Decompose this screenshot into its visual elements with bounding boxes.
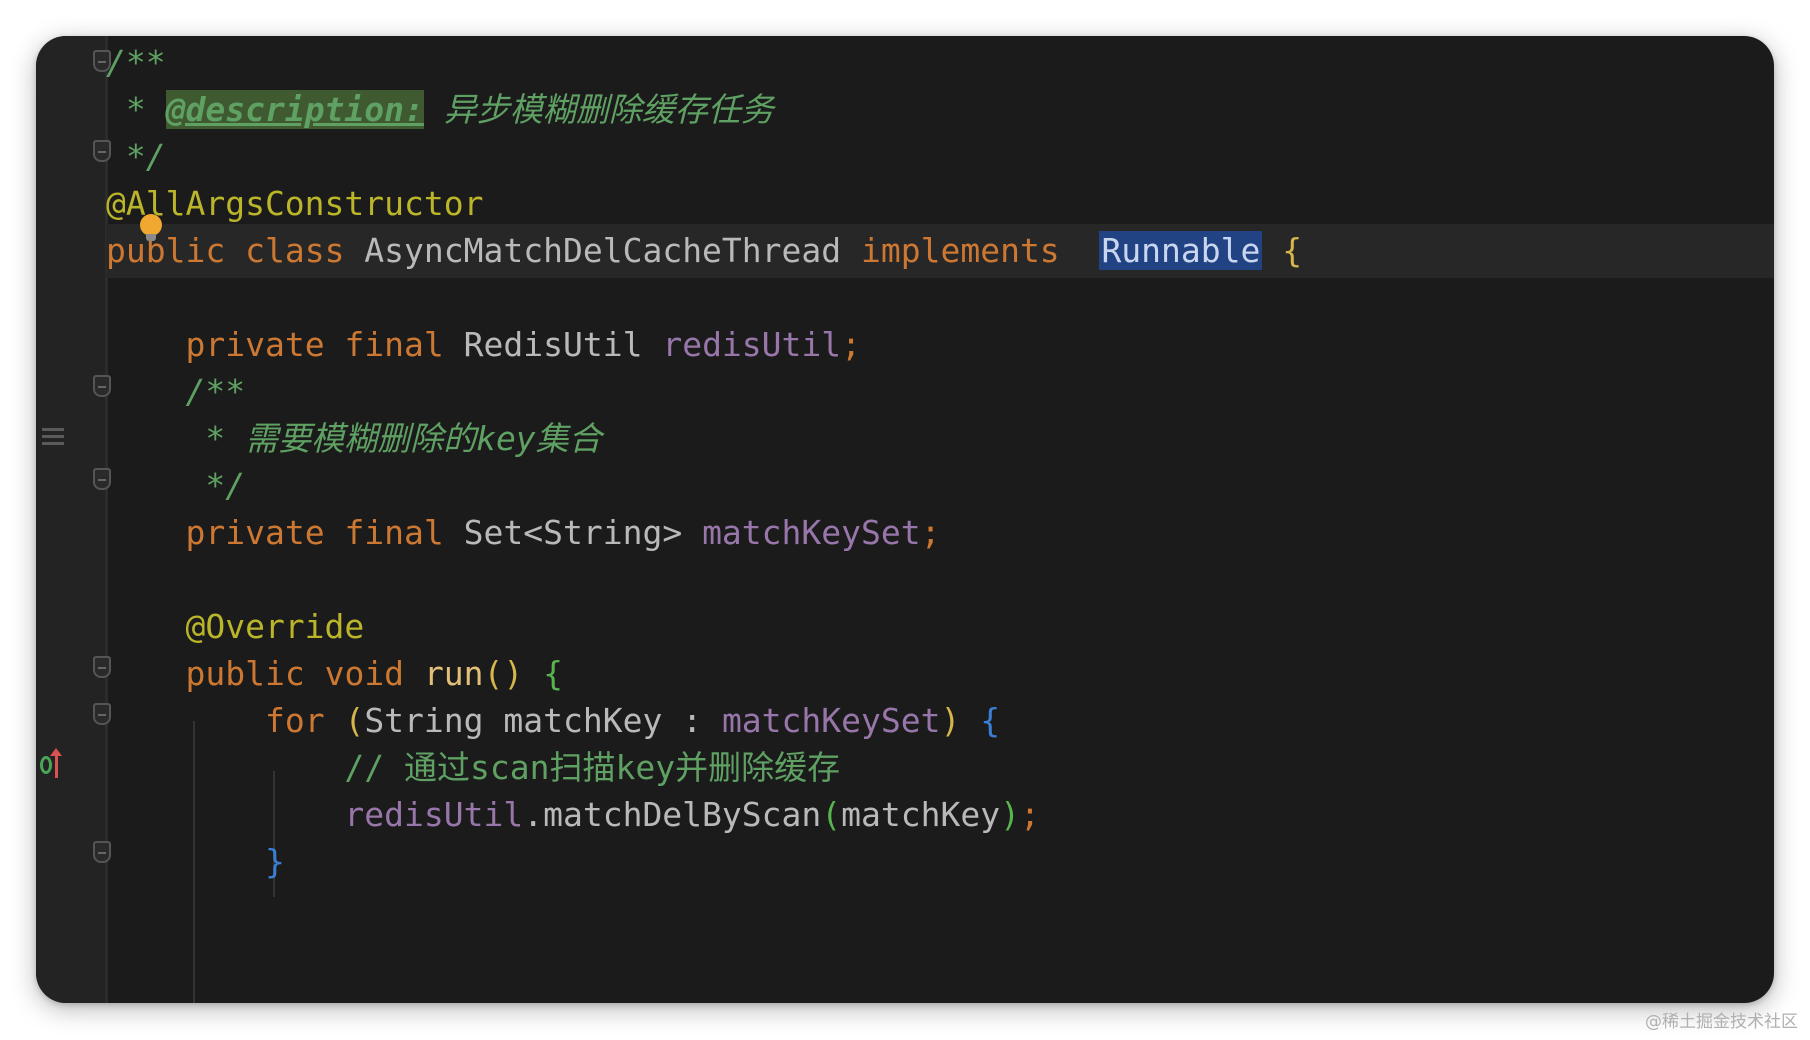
code-line[interactable]: redisUtil.matchDelByScan(matchKey); xyxy=(106,788,1774,842)
code-line[interactable]: for (String matchKey : matchKeySet) { xyxy=(106,694,1774,748)
code-token: AsyncMatchDelCacheThread xyxy=(344,231,861,270)
code-token: private xyxy=(185,325,325,364)
code-token: { xyxy=(1282,231,1303,270)
code-line[interactable]: /** xyxy=(106,36,1774,90)
code-token: } xyxy=(264,842,285,881)
override-method-icon[interactable] xyxy=(40,748,66,782)
code-token: /** xyxy=(106,372,246,411)
code-token: redisUtil xyxy=(662,325,842,364)
code-token: run xyxy=(423,654,484,693)
code-token: * 需要模糊删除的key集合 xyxy=(106,419,602,458)
code-token: @AllArgsConstructor xyxy=(106,184,484,223)
code-token: @Override xyxy=(106,607,365,646)
code-line[interactable] xyxy=(106,271,1774,325)
code-token: RedisUtil xyxy=(443,325,663,364)
code-token: { xyxy=(543,654,564,693)
code-token: public xyxy=(106,231,226,270)
code-line[interactable]: @AllArgsConstructor xyxy=(106,177,1774,231)
code-line[interactable]: public class AsyncMatchDelCacheThread im… xyxy=(106,224,1774,278)
code-token: /** xyxy=(106,43,166,82)
code-editor-window: /** * @description: 异步模糊删除缓存任务 */ @AllArg… xyxy=(36,36,1774,1003)
code-line[interactable]: private final RedisUtil redisUtil; xyxy=(106,318,1774,372)
code-line[interactable]: private final Set<String> matchKeySet; xyxy=(106,506,1774,560)
code-line[interactable]: * @description: 异步模糊删除缓存任务 xyxy=(106,83,1774,137)
structure-icon xyxy=(42,428,64,448)
code-token: ; xyxy=(920,513,941,552)
code-token: Runnable xyxy=(1099,231,1263,270)
code-area[interactable]: /** * @description: 异步模糊删除缓存任务 */ @AllArg… xyxy=(106,36,1774,1003)
code-token: */ xyxy=(106,466,246,505)
code-token: matchKeySet xyxy=(721,701,941,740)
code-token: ; xyxy=(1019,795,1040,834)
code-token: redisUtil xyxy=(344,795,524,834)
code-token: @description: xyxy=(165,90,424,129)
code-token: */ xyxy=(106,137,166,176)
code-line[interactable] xyxy=(106,553,1774,607)
code-token: 异步模糊删除缓存任务 xyxy=(423,90,774,129)
code-token: final xyxy=(344,513,444,552)
code-token: String matchKey : xyxy=(364,701,722,740)
code-token: // 通过scan扫描key并删除缓存 xyxy=(106,748,841,787)
code-token: public xyxy=(185,654,305,693)
code-token: for xyxy=(264,701,325,740)
code-token: Set<String> xyxy=(443,513,703,552)
code-line[interactable]: } xyxy=(106,835,1774,889)
code-line[interactable]: /** xyxy=(106,365,1774,419)
code-line[interactable]: public void run() { xyxy=(106,647,1774,701)
code-token: { xyxy=(980,701,1001,740)
code-token: matchKey xyxy=(841,795,1001,834)
code-line[interactable]: * 需要模糊删除的key集合 xyxy=(106,412,1774,466)
code-token: class xyxy=(245,231,345,270)
code-line[interactable]: // 通过scan扫描key并删除缓存 xyxy=(106,741,1774,795)
code-token: ( xyxy=(344,701,365,740)
code-token: () xyxy=(483,654,524,693)
code-token: ) xyxy=(940,701,961,740)
watermark: @稀土掘金技术社区 xyxy=(1645,1012,1798,1032)
lightbulb-icon[interactable] xyxy=(140,214,162,241)
code-line[interactable]: @Override xyxy=(106,600,1774,654)
code-token: final xyxy=(344,325,444,364)
code-token: ; xyxy=(841,325,862,364)
code-token: void xyxy=(324,654,405,693)
code-token: implements xyxy=(861,231,1060,270)
code-line[interactable]: */ xyxy=(106,130,1774,184)
code-token: matchKeySet xyxy=(702,513,921,552)
code-token: .matchDelByScan xyxy=(523,795,822,834)
code-token: ( xyxy=(821,795,842,834)
code-token: ) xyxy=(1000,795,1020,834)
code-line[interactable]: */ xyxy=(106,459,1774,513)
code-token: * xyxy=(106,90,166,129)
code-token: private xyxy=(185,513,325,552)
